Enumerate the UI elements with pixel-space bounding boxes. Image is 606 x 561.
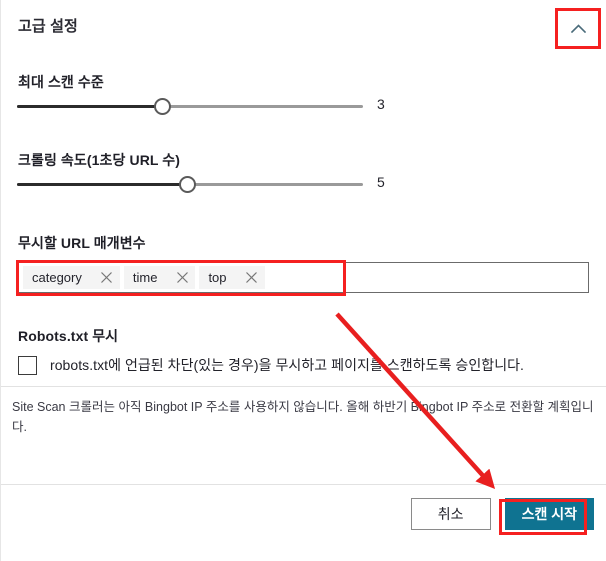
start-scan-button[interactable]: 스캔 시작 [504, 498, 594, 530]
max-scan-depth-value: 3 [377, 96, 385, 112]
collapse-section-button[interactable] [559, 11, 597, 45]
ignore-url-params-label: 무시할 URL 매개변수 [18, 235, 146, 251]
chip-item[interactable]: category [23, 266, 120, 289]
crawl-speed-label: 크롤링 속도(1초당 URL 수) [18, 152, 181, 168]
advanced-settings-panel: 고급 설정 최대 스캔 수준 3 크롤링 속도(1초당 URL 수) 5 무시할… [0, 0, 606, 561]
slider-thumb[interactable] [154, 98, 172, 115]
chevron-up-icon [570, 23, 586, 33]
chip-item[interactable]: top [199, 266, 265, 289]
ignore-url-params-input[interactable]: category time top [17, 262, 589, 293]
ignore-robots-checkbox[interactable] [18, 355, 37, 375]
page-title: 고급 설정 [18, 18, 78, 35]
max-scan-depth-slider[interactable]: 3 [17, 96, 392, 118]
section-header: 고급 설정 [0, 0, 606, 56]
slider-thumb[interactable] [178, 176, 196, 193]
chip-item[interactable]: time [123, 266, 196, 289]
note-divider [1, 386, 606, 387]
chip-label: category [32, 270, 82, 285]
max-scan-depth-label: 최대 스캔 수준 [18, 74, 104, 90]
crawler-note: Site Scan 크롤러는 아직 Bingbot IP 주소를 사용하지 않습… [12, 400, 594, 434]
close-icon[interactable] [243, 269, 261, 287]
crawl-speed-slider[interactable]: 5 [17, 174, 392, 196]
close-icon[interactable] [173, 269, 191, 287]
chip-label: top [208, 270, 227, 285]
panel-left-border [0, 0, 1, 561]
slider-fill [17, 183, 187, 186]
ignore-robots-checkbox-label: robots.txt에 언급된 차단(있는 경우)을 무시하고 페이지를 스캔하… [50, 357, 524, 373]
footer-actions: 취소 스캔 시작 [410, 498, 594, 530]
chip-label: time [132, 270, 158, 285]
footer-divider [1, 484, 606, 485]
ignore-robots-label: Robots.txt 무시 [18, 328, 119, 344]
close-icon[interactable] [98, 269, 116, 287]
ignore-robots-checkbox-row[interactable]: robots.txt에 언급된 차단(있는 경우)을 무시하고 페이지를 스캔하… [18, 355, 524, 375]
slider-fill [17, 105, 163, 108]
cancel-button[interactable]: 취소 [410, 498, 491, 530]
crawl-speed-value: 5 [377, 174, 385, 190]
